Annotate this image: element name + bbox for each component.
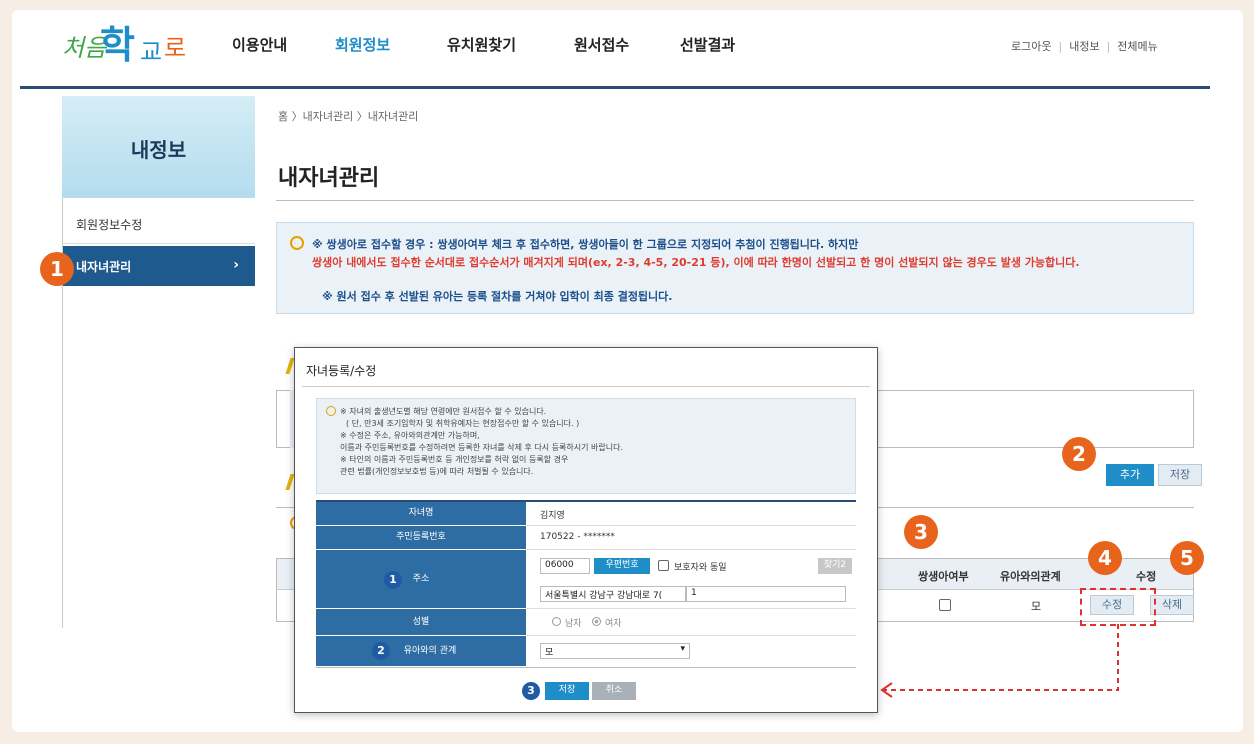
notice-line-3: ※ 원서 접수 후 선발된 유아는 등록 절차를 거쳐야 입학이 최종 결정됩니… bbox=[322, 290, 673, 303]
label-rrn: 주민등록번호 bbox=[316, 526, 526, 549]
same-as-guardian-checkbox[interactable] bbox=[658, 560, 669, 571]
modal-notice-line: ※ 수정은 주소, 유아와의관계만 가능하며, bbox=[340, 431, 480, 440]
sidebar-item-my-children[interactable]: 내자녀관리 › bbox=[62, 246, 255, 286]
twin-checkbox[interactable] bbox=[939, 599, 951, 611]
site-logo[interactable]: 처음 학 교 로 bbox=[60, 14, 190, 72]
row-divider bbox=[526, 525, 856, 526]
all-menu-link[interactable]: 전체메뉴 bbox=[1117, 40, 1157, 53]
sidebar-title: 내정보 bbox=[130, 138, 187, 162]
notice-line-2: 쌍생아 내에서도 접수한 순서대로 접수순서가 매겨지게 되며(ex, 2-3,… bbox=[312, 256, 1080, 269]
col-relation: 유아와의관계 bbox=[1000, 570, 1061, 583]
modal-save-button[interactable]: 저장 bbox=[545, 682, 589, 700]
sidebar-item-label: 내자녀관리 bbox=[76, 260, 132, 274]
svg-text:학: 학 bbox=[100, 22, 135, 67]
label-address: 주소 bbox=[316, 550, 526, 608]
modal-cancel-button[interactable]: 취소 bbox=[592, 682, 636, 700]
row-divider bbox=[316, 667, 856, 668]
gender-male-label: 남자 bbox=[565, 619, 582, 629]
row-divider bbox=[526, 635, 856, 636]
rrn-value: 170522 - ******* bbox=[540, 532, 615, 542]
gnb-application[interactable]: 원서접수 bbox=[574, 34, 629, 55]
zipcode-input[interactable]: 06000 bbox=[540, 558, 590, 574]
arrow-left-icon bbox=[880, 624, 1119, 698]
row-divider bbox=[526, 549, 856, 550]
col-twin: 쌍생아여부 bbox=[918, 570, 969, 583]
find-address-button[interactable]: 찾기2 bbox=[818, 558, 852, 574]
label-relation: 유아와의 관계 bbox=[316, 636, 526, 666]
row-divider bbox=[526, 608, 856, 609]
col-edit: 수정 bbox=[1136, 570, 1157, 583]
modal-notice-line: 이름과 주민등록번호를 수정하려면 등록한 자녀를 삭제 후 다시 등록하시기 … bbox=[340, 443, 624, 452]
gnb-usage-guide[interactable]: 이용안내 bbox=[232, 34, 287, 55]
step-marker-3: 3 bbox=[904, 515, 938, 549]
delete-child-button[interactable]: 삭제 bbox=[1150, 595, 1194, 615]
zipcode-button[interactable]: 우편번호 bbox=[594, 558, 650, 574]
gender-female-radio[interactable] bbox=[592, 617, 601, 626]
step-marker-4: 4 bbox=[1088, 541, 1122, 575]
modal-marker-2: 2 bbox=[372, 642, 390, 660]
check-circle-icon bbox=[290, 236, 304, 250]
same-as-guardian-label: 보호자와 동일 bbox=[674, 563, 727, 573]
modal-marker-3: 3 bbox=[522, 682, 540, 700]
sidebar-item-edit-member[interactable]: 회원정보수정 bbox=[62, 204, 255, 244]
add-child-button[interactable]: 추가 bbox=[1106, 464, 1154, 486]
modal-notice-line: ※ 타인의 이름과 주민등록번호 등 개인정보를 허락 없이 등록할 경우 bbox=[340, 455, 569, 464]
logout-link[interactable]: 로그아웃 bbox=[1011, 40, 1051, 53]
check-circle-icon bbox=[326, 406, 336, 416]
modal-notice-line: 관련 법률(개인정보보호법 등)에 따라 처벌될 수 있습니다. bbox=[340, 467, 534, 476]
notice-line-1: ※ 쌍생아로 접수할 경우 : 쌍생아여부 체크 후 접수하면, 쌍생아들이 한… bbox=[312, 238, 859, 251]
relation-cell: 모 bbox=[1031, 600, 1042, 613]
step-marker-5: 5 bbox=[1170, 541, 1204, 575]
page-title: 내자녀관리 bbox=[278, 166, 380, 191]
gnb-find-kindergarten[interactable]: 유치원찾기 bbox=[447, 34, 516, 55]
gender-female-label: 여자 bbox=[605, 619, 622, 629]
my-info-link[interactable]: 내정보 bbox=[1069, 40, 1099, 53]
modal-title: 자녀등록/수정 bbox=[306, 364, 377, 378]
chevron-right-icon: › bbox=[233, 257, 239, 273]
breadcrumb: 홈 〉내자녀관리 〉내자녀관리 bbox=[278, 110, 419, 123]
gnb-selection-result[interactable]: 선발결과 bbox=[680, 34, 735, 55]
step-marker-1: 1 bbox=[40, 252, 74, 286]
modal-notice-line: ※ 자녀의 출생년도별 해당 연령에만 원서접수 할 수 있습니다. bbox=[340, 407, 547, 416]
address-detail-input[interactable]: 1 bbox=[686, 586, 846, 602]
svg-text:교: 교 bbox=[140, 38, 162, 66]
gnb-member-info[interactable]: 회원정보 bbox=[335, 34, 390, 55]
sidebar-item-label: 회원정보수정 bbox=[76, 218, 143, 232]
modal-marker-1: 1 bbox=[384, 571, 402, 589]
relation-selected-value: 모 bbox=[545, 648, 554, 658]
relation-select[interactable]: 모 ▾ bbox=[540, 643, 690, 659]
save-button[interactable]: 저장 bbox=[1158, 464, 1202, 486]
gender-male-radio[interactable] bbox=[552, 617, 561, 626]
address-input[interactable]: 서울특별시 강남구 강남대로 7( bbox=[540, 586, 686, 602]
modal-notice-line: ( 단, 만3세 조기입학자 및 취학유예자는 현장접수만 할 수 있습니다. … bbox=[346, 419, 580, 428]
title-divider bbox=[276, 200, 1194, 201]
chevron-down-icon: ▾ bbox=[680, 644, 685, 654]
step-marker-2: 2 bbox=[1062, 437, 1096, 471]
header-divider bbox=[20, 86, 1210, 89]
label-gender: 성별 bbox=[316, 609, 526, 635]
modal-divider bbox=[302, 386, 870, 387]
child-name-value: 김지영 bbox=[540, 511, 565, 521]
svg-text:로: 로 bbox=[164, 34, 186, 62]
util-menu: 로그아웃 | 내정보 | 전체메뉴 bbox=[1011, 40, 1158, 53]
label-child-name: 자녀명 bbox=[316, 502, 526, 525]
